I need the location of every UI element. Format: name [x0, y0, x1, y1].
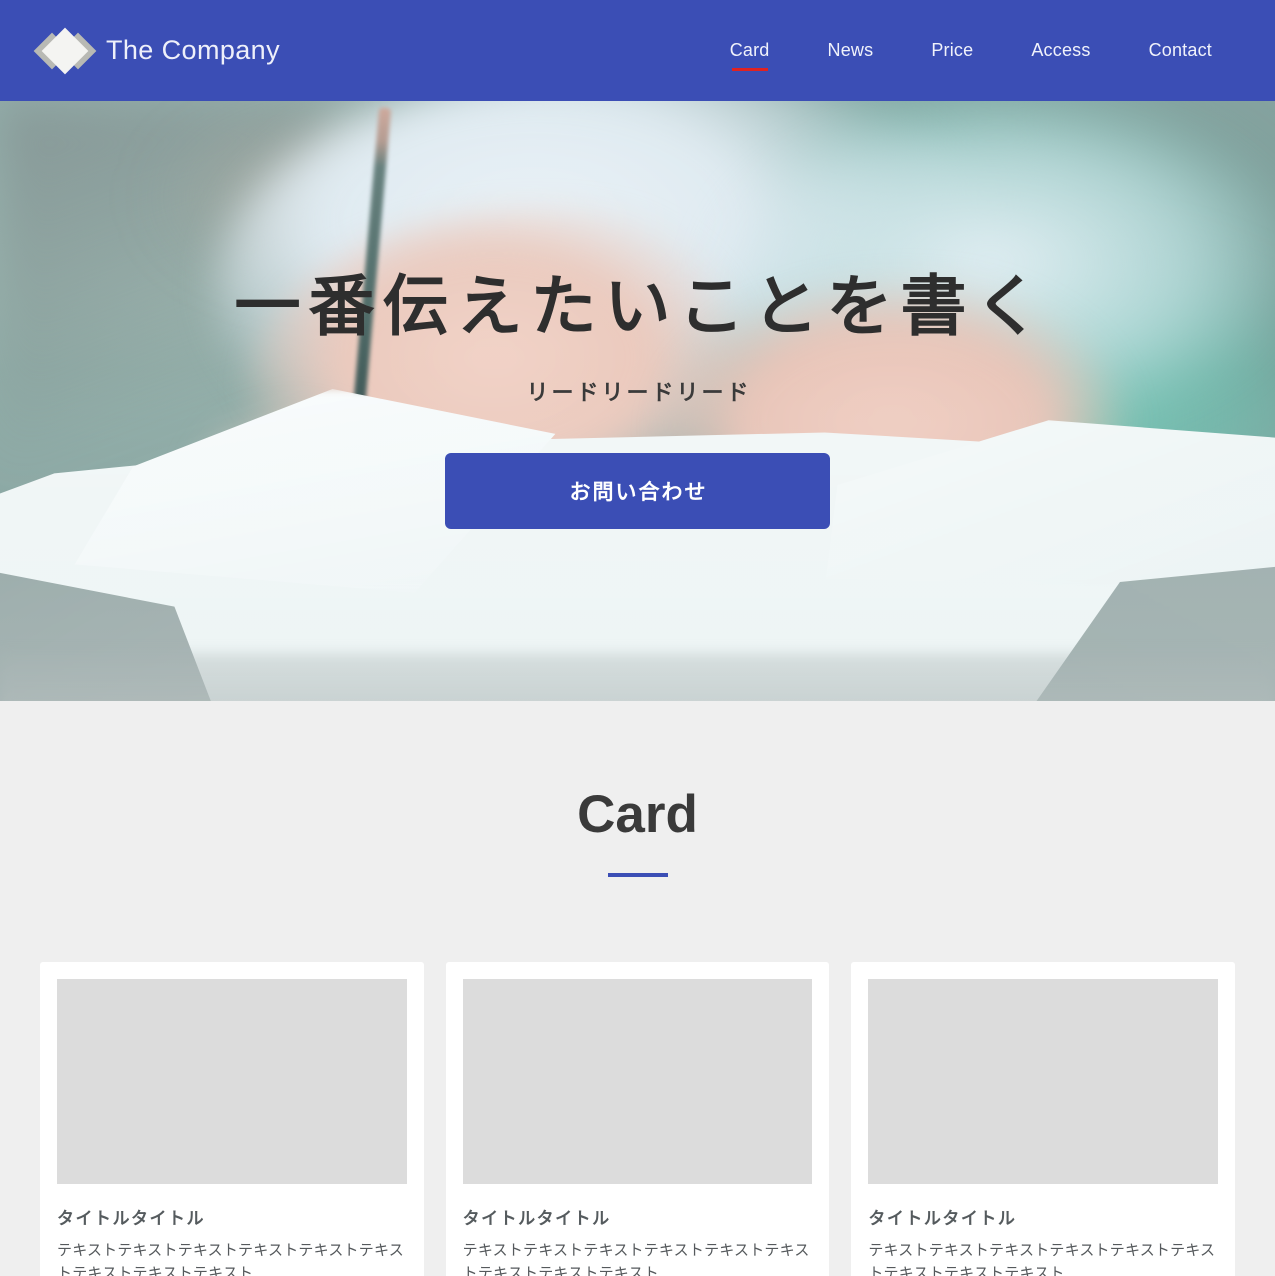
- nav-item-label: Price: [931, 40, 974, 60]
- brand-name: The Company: [106, 35, 280, 65]
- card-title: タイトルタイトル: [462, 1208, 611, 1228]
- section-title: Card: [577, 785, 698, 844]
- main-navigation: Card News Price Access Contact: [701, 34, 1241, 71]
- contact-cta-button[interactable]: お問い合わせ: [445, 453, 830, 529]
- card-text: テキストテキストテキストテキストテキストテキストテキストテキストテキスト: [462, 1241, 810, 1276]
- card-item[interactable]: タイトルタイトル テキストテキストテキストテキストテキストテキストテキストテキス…: [851, 961, 1236, 1276]
- card-text: テキストテキストテキストテキストテキストテキストテキストテキストテキスト: [868, 1241, 1216, 1276]
- card-image-placeholder: [868, 978, 1219, 1184]
- card-image-placeholder: [57, 978, 407, 1184]
- card-text: テキストテキストテキストテキストテキストテキストテキストテキストテキスト: [57, 1241, 404, 1276]
- card-title: タイトルタイトル: [868, 1208, 1017, 1228]
- diamond-logo-icon: [33, 27, 97, 74]
- brand-logo-link[interactable]: The Company: [33, 27, 280, 74]
- nav-item-label: Access: [1031, 40, 1091, 60]
- card-grid: タイトルタイトル テキストテキストテキストテキストテキストテキストテキストテキス…: [0, 961, 1275, 1276]
- hero-section: 一番伝えたいことを書く リードリードリード お問い合わせ: [0, 101, 1275, 701]
- nav-item-news[interactable]: News: [799, 34, 903, 67]
- nav-item-card[interactable]: Card: [701, 34, 799, 71]
- nav-item-label: Card: [729, 40, 770, 60]
- card-title: タイトルタイトル: [57, 1208, 205, 1228]
- nav-item-label: News: [827, 40, 874, 60]
- nav-item-label: Contact: [1148, 40, 1212, 60]
- hero-title: 一番伝えたいことを書く: [234, 269, 1049, 343]
- card-image-placeholder: [462, 978, 813, 1184]
- card-item[interactable]: タイトルタイトル テキストテキストテキストテキストテキストテキストテキストテキス…: [40, 961, 424, 1276]
- section-rule: [607, 872, 668, 877]
- nav-item-access[interactable]: Access: [1002, 34, 1119, 67]
- hero-subtitle: リードリードリード: [526, 380, 752, 405]
- site-header: The Company Card News Price Access Conta…: [0, 0, 1275, 101]
- nav-item-price[interactable]: Price: [902, 34, 1002, 67]
- nav-item-contact[interactable]: Contact: [1120, 34, 1241, 67]
- card-item[interactable]: タイトルタイトル テキストテキストテキストテキストテキストテキストテキストテキス…: [445, 961, 830, 1276]
- active-underline: [731, 68, 768, 71]
- section-header: Card: [0, 787, 1275, 877]
- card-section: Card タイトルタイトル テキストテキストテキストテキストテキストテキストテキ…: [0, 701, 1275, 1276]
